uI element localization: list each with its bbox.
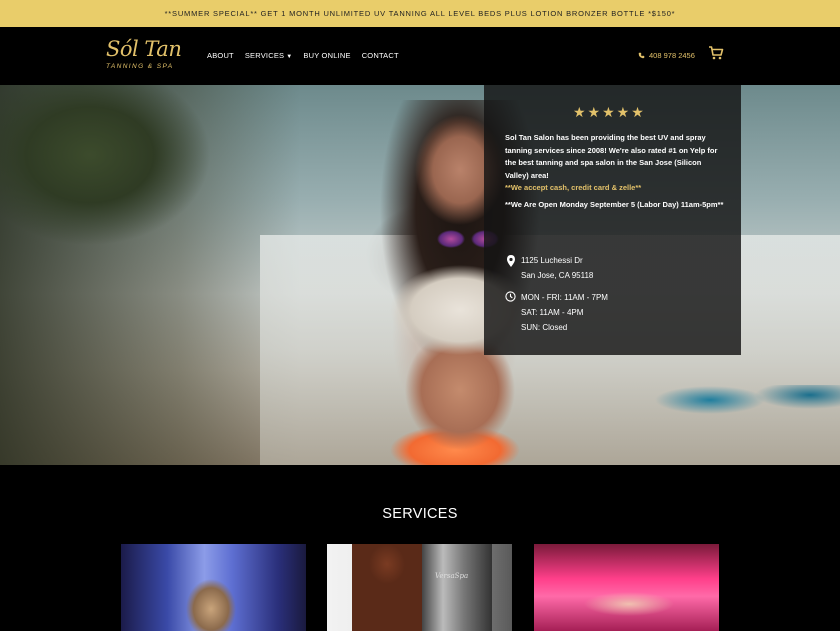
cart-icon[interactable]: [708, 45, 724, 61]
address[interactable]: 1125 Luchessi Dr San Jose, CA 95118: [521, 253, 593, 283]
main-nav: ABOUT SERVICES ▼ BUY ONLINE CONTACT: [207, 51, 399, 60]
hours-sunday: SUN: Closed: [521, 323, 568, 332]
umbrellas: [650, 385, 840, 415]
nav-buy-online[interactable]: BUY ONLINE: [303, 51, 350, 60]
site-logo[interactable]: Sól Tan TANNING & SPA: [104, 37, 184, 75]
hours-saturday: SAT: 11AM - 4PM: [521, 308, 584, 317]
phone-link[interactable]: 408 978 2456: [638, 51, 695, 60]
info-panel: ★★★★★ Sol Tan Salon has been providing t…: [484, 85, 741, 355]
map-pin-icon: [507, 255, 515, 267]
phone-number: 408 978 2456: [649, 51, 695, 60]
business-hours: MON - FRI: 11AM - 7PM SAT: 11AM - 4PM SU…: [521, 290, 608, 335]
nav-contact[interactable]: CONTACT: [362, 51, 399, 60]
hours-weekday: MON - FRI: 11AM - 7PM: [521, 293, 608, 302]
phone-icon: [638, 52, 645, 59]
nav-services-label: SERVICES: [244, 51, 285, 60]
service-image: [352, 544, 422, 631]
promo-text: **SUMMER SPECIAL** GET 1 MONTH UNLIMITED…: [164, 9, 676, 18]
promo-banner: **SUMMER SPECIAL** GET 1 MONTH UNLIMITED…: [0, 0, 840, 27]
service-card-spray-tanning[interactable]: VersaSpa: [327, 544, 512, 631]
rating-stars: ★★★★★: [573, 104, 646, 120]
service-card-uv-tanning[interactable]: [121, 544, 306, 631]
spray-booth-image: [422, 544, 492, 631]
nav-services[interactable]: SERVICES ▼: [245, 51, 293, 60]
nav-about[interactable]: ABOUT: [207, 51, 234, 60]
services-heading: SERVICES: [382, 506, 458, 522]
address-line1: 1125 Luchessi Dr: [521, 256, 583, 265]
site-header: Sól Tan TANNING & SPA ABOUT SERVICES ▼ BU…: [0, 27, 840, 85]
palm-trees: [0, 85, 300, 465]
address-line2: San Jose, CA 95118: [521, 271, 594, 280]
booth-brand-label: VersaSpa: [435, 572, 469, 580]
intro-text: Sol Tan Salon has been providing the bes…: [505, 133, 718, 180]
chevron-down-icon: ▼: [286, 54, 293, 60]
clock-icon: [505, 291, 516, 302]
holiday-hours-note: **We Are Open Monday September 5 (Labor …: [505, 200, 724, 209]
service-image: [584, 589, 674, 619]
service-card-tanning-bed[interactable]: [534, 544, 719, 631]
service-image: [181, 574, 241, 631]
logo-script: Sól Tan: [106, 37, 182, 61]
payment-note: **We accept cash, credit card & zelle**: [505, 183, 642, 192]
logo-subtitle: TANNING & SPA: [106, 63, 174, 70]
